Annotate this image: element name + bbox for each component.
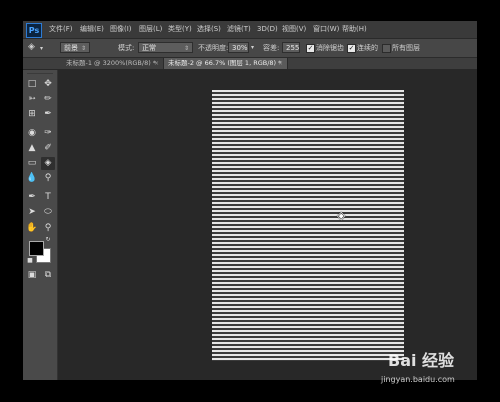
- opacity-label: 不透明度:: [198, 44, 229, 52]
- spot-heal-icon[interactable]: ◉: [25, 127, 39, 140]
- crop-icon[interactable]: ⊞: [25, 108, 39, 121]
- document-tab-bar: 未标题-1 @ 3200%(RGB/8) * × 未标题-2 @ 66.7% (图…: [23, 58, 477, 70]
- tolerance-value: 255: [286, 44, 300, 52]
- menu-type[interactable]: 类型(Y): [168, 24, 192, 35]
- move-icon[interactable]: ✥: [41, 78, 55, 91]
- menu-edit[interactable]: 编辑(E): [80, 24, 104, 35]
- foreground-color-swatch[interactable]: [29, 241, 44, 256]
- hand-icon[interactable]: ✋: [25, 222, 39, 235]
- pen-icon[interactable]: ✒: [25, 191, 39, 204]
- blur-icon[interactable]: 💧: [25, 172, 39, 185]
- opacity-value: 30%: [232, 44, 248, 52]
- quick-select-icon[interactable]: ✏: [41, 93, 55, 106]
- panel-grip: [27, 73, 53, 74]
- default-colors-icon[interactable]: ■: [26, 257, 34, 265]
- lasso-icon[interactable]: ➳: [25, 93, 39, 106]
- zoom-icon[interactable]: ⚲: [41, 222, 55, 235]
- all-layers-label: 所有图层: [392, 44, 420, 52]
- chevron-down-icon: ⇕: [80, 45, 86, 52]
- menu-file[interactable]: 文件(F): [49, 24, 73, 35]
- brush-icon[interactable]: ✑: [41, 127, 55, 140]
- menu-select[interactable]: 选择(S): [197, 24, 221, 35]
- baidu-jingyan-logo: Bai 经验: [388, 352, 454, 370]
- screen-mode-icon[interactable]: ⧉: [41, 269, 55, 282]
- tab-untitled-2[interactable]: 未标题-2 @ 66.7% (图层 1, RGB/8) * ×: [164, 58, 288, 69]
- swap-colors-icon[interactable]: ↻: [43, 236, 53, 244]
- eyedropper-icon[interactable]: ✒: [41, 108, 55, 121]
- menu-help[interactable]: 帮助(H): [342, 24, 367, 35]
- fill-source-value: 前景: [64, 44, 78, 52]
- tab-label: 未标题-1 @ 3200%(RGB/8) *: [66, 59, 157, 67]
- close-icon[interactable]: ×: [278, 58, 283, 69]
- all-layers-checkbox[interactable]: [382, 44, 391, 53]
- tab-label: 未标题-2 @ 66.7% (图层 1, RGB/8) *: [168, 59, 282, 67]
- ps-logo: Ps: [26, 23, 42, 38]
- fill-source-select[interactable]: 前景 ⇕: [60, 42, 90, 53]
- contiguous-label: 连续的: [357, 44, 378, 52]
- watermark-logo-text: Bai 经验: [388, 351, 455, 370]
- close-icon[interactable]: ×: [154, 58, 159, 69]
- tolerance-label: 容差:: [263, 44, 280, 52]
- shape-icon[interactable]: ⬭: [41, 206, 55, 219]
- eraser-icon[interactable]: ▭: [25, 157, 39, 170]
- paint-bucket-icon[interactable]: ◈: [41, 157, 55, 170]
- menu-layer[interactable]: 图层(L): [139, 24, 162, 35]
- menu-bar: Ps 文件(F) 编辑(E) 图像(I) 图层(L) 类型(Y) 选择(S) 滤…: [23, 21, 477, 39]
- mode-select[interactable]: 正常 ⇕: [138, 42, 193, 53]
- tolerance-input[interactable]: 255: [282, 42, 300, 53]
- menu-filter[interactable]: 滤镜(T): [227, 24, 251, 35]
- opacity-dropdown-icon[interactable]: ▾: [251, 43, 254, 53]
- type-icon[interactable]: T: [41, 191, 55, 204]
- tool-preset-arrow-icon[interactable]: ▾: [40, 44, 43, 54]
- paint-bucket-icon[interactable]: ◈: [28, 42, 35, 52]
- menu-image[interactable]: 图像(I): [110, 24, 132, 35]
- tools-panel: □ ✥ ➳ ✏ ⊞ ✒ ◉ ✑ ▲ ✐ ▭ ◈ 💧 ⚲ ✒ T ➤ ⬭ ✋ ⚲ …: [23, 70, 58, 380]
- watermark-url: jingyan.baidu.com: [381, 375, 455, 384]
- opacity-input[interactable]: 30%: [228, 42, 249, 53]
- marquee-icon[interactable]: □: [25, 78, 39, 91]
- mode-label: 模式:: [118, 44, 135, 52]
- history-brush-icon[interactable]: ✐: [41, 142, 55, 155]
- dodge-icon[interactable]: ⚲: [41, 172, 55, 185]
- tab-untitled-1[interactable]: 未标题-1 @ 3200%(RGB/8) * ×: [62, 58, 164, 69]
- menu-window[interactable]: 窗口(W): [313, 24, 339, 35]
- menu-view[interactable]: 视图(V): [282, 24, 306, 35]
- clone-stamp-icon[interactable]: ▲: [25, 142, 39, 155]
- menu-3d[interactable]: 3D(D): [257, 24, 278, 35]
- quick-mask-icon[interactable]: ▣: [25, 269, 39, 282]
- paint-bucket-cursor-icon: ◈: [337, 209, 346, 222]
- document-canvas[interactable]: [212, 90, 404, 361]
- mode-value: 正常: [142, 44, 156, 52]
- path-select-icon[interactable]: ➤: [25, 206, 39, 219]
- chevron-down-icon: ⇕: [183, 45, 189, 52]
- antialias-checkbox[interactable]: ✓: [306, 44, 315, 53]
- contiguous-checkbox[interactable]: ✓: [347, 44, 356, 53]
- antialias-label: 消除锯齿: [316, 44, 344, 52]
- options-bar: ◈ ▾ 前景 ⇕ 模式: 正常 ⇕ 不透明度: 30% ▾ 容差: 255 ✓ 消除…: [23, 39, 477, 58]
